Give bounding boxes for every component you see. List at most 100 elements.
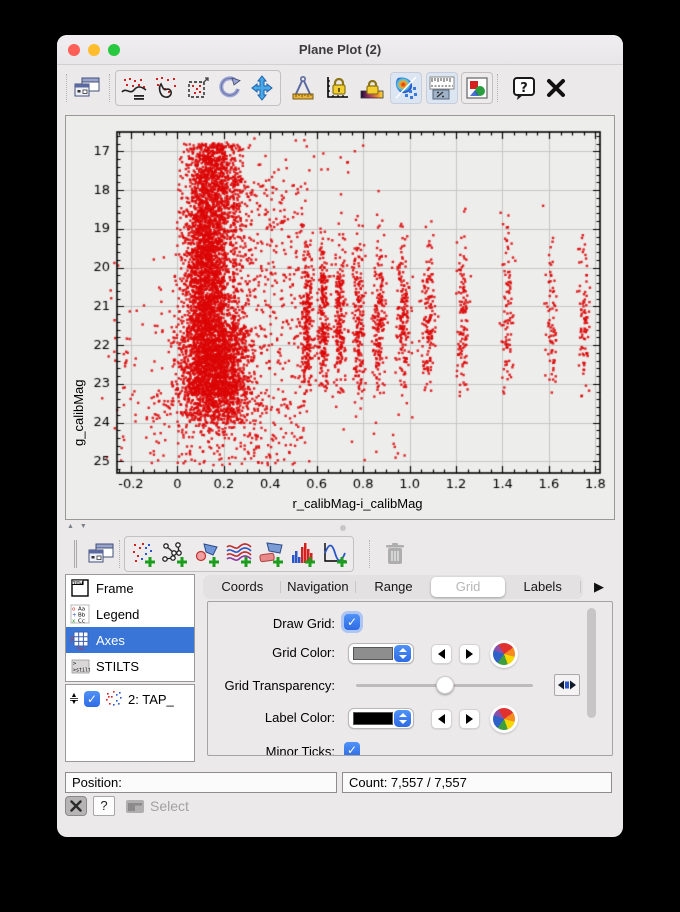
- select-label: Select: [150, 798, 189, 814]
- control-list: TITLE Frame o Aa + Bb x Cc Legend Yyy Xxx Axes…: [65, 574, 195, 682]
- close-icon[interactable]: [540, 72, 572, 104]
- tab-navigation[interactable]: Navigation: [281, 577, 356, 597]
- count-field: Count: 7,557 / 7,557: [342, 772, 612, 793]
- label-color-select[interactable]: [348, 708, 414, 729]
- sidebar-item-legend[interactable]: o Aa + Bb x Cc Legend: [66, 601, 194, 627]
- settings-tabs: Coords Navigation Range Grid Labels: [203, 575, 583, 599]
- minimize-window-button[interactable]: [88, 44, 100, 56]
- transparency-adjuster-button[interactable]: [554, 674, 580, 696]
- label-color-wheel-button[interactable]: [493, 708, 515, 730]
- layers-toolbar: [57, 532, 623, 574]
- y-axis-label: g_calibMag: [71, 379, 86, 447]
- toolbar-separator: [109, 74, 110, 102]
- draw-grid-checkbox[interactable]: ✓: [344, 614, 360, 630]
- add-spectrogram-layer-icon[interactable]: [223, 538, 255, 570]
- clear-button[interactable]: [65, 796, 87, 816]
- position-field: Position:: [65, 772, 337, 793]
- x-axis-label: r_calibMag-i_calibMag: [292, 496, 423, 511]
- settings-scrollbar[interactable]: [587, 608, 596, 718]
- grid-color-wheel-button[interactable]: [493, 643, 515, 665]
- grid-color-prev-button[interactable]: [431, 644, 452, 664]
- tabs-overflow-arrow[interactable]: ▶: [589, 576, 609, 598]
- sidebar-item-frame[interactable]: TITLE Frame: [66, 575, 194, 601]
- combo-stepper-icon: [394, 645, 411, 662]
- add-position-layer-icon[interactable]: [127, 538, 159, 570]
- layer-reorder-icon[interactable]: ▲ ▼: [68, 692, 80, 706]
- aux-axis-control-icon[interactable]: [426, 72, 458, 104]
- grid-transparency-slider[interactable]: [356, 675, 533, 695]
- toolbar-grip[interactable]: [74, 540, 77, 568]
- toolbar-separator: [497, 74, 498, 102]
- measure-distance-icon[interactable]: [287, 72, 319, 104]
- draw-subset-region-icon[interactable]: [150, 72, 182, 104]
- minor-ticks-label: Minor Ticks:: [265, 744, 335, 756]
- tab-grid[interactable]: Grid: [430, 577, 506, 597]
- grid-transparency-label: Grid Transparency:: [224, 678, 335, 693]
- draw-grid-label: Draw Grid:: [272, 616, 335, 631]
- toolbar-separator: [66, 74, 67, 102]
- layer-row[interactable]: ▲ ▼ ✓ 2: TAP_: [66, 685, 194, 713]
- layer-controls-icon[interactable]: [85, 538, 117, 570]
- divider-collapse-icons[interactable]: ▲ ▼: [67, 523, 89, 530]
- grid-color-swatch: [353, 647, 393, 660]
- layer-scatter-icon: [104, 689, 124, 709]
- label-color-label: Label Color:: [264, 710, 335, 725]
- help-pointer-button[interactable]: ?: [93, 796, 115, 816]
- close-window-button[interactable]: [68, 44, 80, 56]
- plot-canvas[interactable]: [67, 117, 615, 492]
- label-color-next-button[interactable]: [459, 709, 480, 729]
- add-shape-layer-icon[interactable]: [255, 538, 287, 570]
- lock-axes-icon[interactable]: [321, 72, 353, 104]
- add-histogram-layer-icon[interactable]: [287, 538, 319, 570]
- sidebar-item-label: Frame: [96, 580, 134, 596]
- label-color-prev-button[interactable]: [431, 709, 452, 729]
- tab-labels[interactable]: Labels: [505, 577, 580, 597]
- pan-icon[interactable]: [246, 72, 278, 104]
- draw-subset-blob-icon[interactable]: [118, 72, 150, 104]
- select-icon: [126, 799, 144, 813]
- traffic-lights: [68, 44, 120, 56]
- label-color-swatch: [353, 712, 393, 725]
- title-bar[interactable]: Plane Plot (2): [57, 35, 623, 65]
- tab-range[interactable]: Range: [356, 577, 431, 597]
- tab-coords[interactable]: Coords: [205, 577, 280, 597]
- sidebar-item-label: Legend: [96, 606, 140, 622]
- minor-ticks-checkbox[interactable]: ✓: [344, 742, 360, 755]
- svg-text:Cc: Cc: [78, 619, 85, 625]
- svg-text:Xxx: Xxx: [77, 646, 85, 650]
- svg-text:>stilts: >stilts: [73, 668, 90, 674]
- plot-panel: g_calibMag r_calibMag-i_calibMag: [65, 115, 615, 520]
- zoom-window-button[interactable]: [108, 44, 120, 56]
- tab-separator: [579, 581, 581, 593]
- grid-color-next-button[interactable]: [459, 644, 480, 664]
- plane-plot-window: Plane Plot (2) ? g_calibMag r_calibMag-i…: [57, 35, 623, 837]
- remove-layer-icon[interactable]: [379, 538, 411, 570]
- help-icon[interactable]: ?: [508, 72, 540, 104]
- replot-icon[interactable]: [214, 72, 246, 104]
- toolbar-separator: [369, 540, 370, 568]
- resize-to-fit-icon[interactable]: [182, 72, 214, 104]
- add-pair-layer-icon[interactable]: [159, 538, 191, 570]
- footer-bar: ? Select: [65, 795, 189, 817]
- select-status: Select: [125, 798, 189, 814]
- lock-aux-range-icon[interactable]: [356, 72, 388, 104]
- layer-visibility-checkbox[interactable]: ✓: [84, 691, 100, 707]
- sidebar-item-axes[interactable]: Yyy Xxx Axes: [66, 627, 194, 653]
- axes-icon: Yyy Xxx: [70, 630, 90, 650]
- divider-grip[interactable]: [340, 525, 346, 531]
- slider-thumb[interactable]: [435, 676, 454, 694]
- toolbar-separator: [119, 540, 120, 568]
- legend-icon: o Aa + Bb x Cc: [70, 604, 90, 624]
- layer-label: 2: TAP_: [128, 691, 174, 707]
- sidebar-item-stilts[interactable]: >>stilts STILTS: [66, 653, 194, 679]
- plot-windows-icon[interactable]: [71, 72, 103, 104]
- svg-text:Yyy: Yyy: [70, 635, 74, 644]
- frame-icon: TITLE: [70, 578, 90, 598]
- add-function-layer-icon[interactable]: [319, 538, 351, 570]
- stilts-icon: >>stilts: [70, 656, 90, 676]
- sketch-mode-icon[interactable]: [390, 72, 422, 104]
- export-plot-icon[interactable]: [461, 72, 493, 104]
- add-area-layer-icon[interactable]: [191, 538, 223, 570]
- grid-color-select[interactable]: [348, 643, 414, 664]
- split-divider[interactable]: ▲ ▼: [57, 522, 623, 532]
